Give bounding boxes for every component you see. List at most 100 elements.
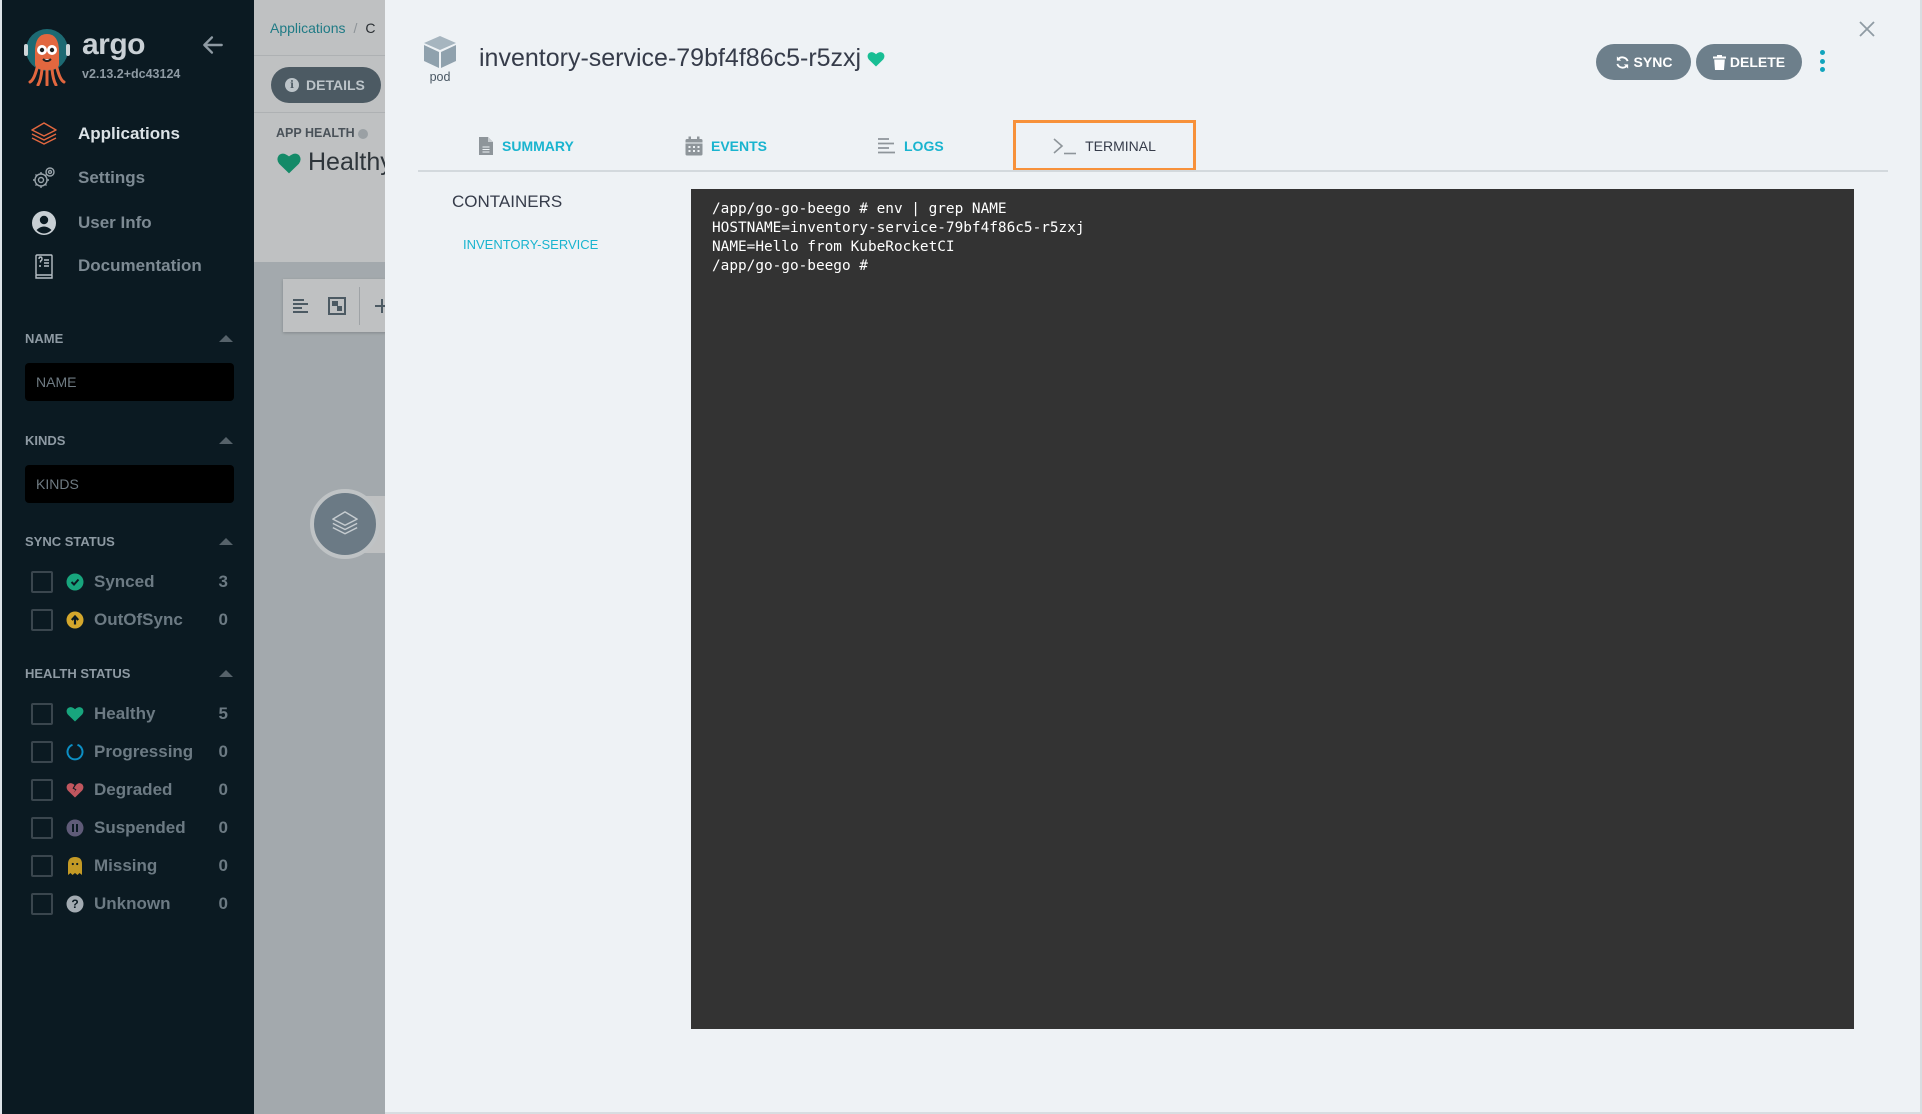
terminal-console[interactable]: /app/go-go-beego # env | grep NAME HOSTN…: [691, 189, 1854, 1029]
nav-settings[interactable]: Settings: [30, 160, 145, 196]
more-actions-icon[interactable]: [1817, 50, 1827, 72]
app-node[interactable]: [310, 489, 380, 559]
filter-option-label: Degraded: [94, 780, 219, 800]
align-left-icon: [878, 137, 896, 155]
trash-icon: [1713, 55, 1726, 70]
filter-title: SYNC STATUS: [25, 534, 115, 549]
heart-icon: [276, 152, 302, 174]
tab-events[interactable]: EVENTS: [685, 120, 767, 171]
checkbox[interactable]: [31, 817, 53, 839]
graph-toolbar: [283, 279, 385, 332]
svg-text:?: ?: [71, 897, 78, 911]
layers-icon: [328, 507, 362, 541]
version-label: v2.13.2+dc43124: [82, 67, 180, 81]
info-icon: i: [285, 78, 299, 92]
collapse-caret-icon[interactable]: [219, 335, 233, 342]
calendar-icon: [685, 136, 703, 156]
kinds-filter-input[interactable]: [25, 465, 234, 503]
nav-label: Documentation: [78, 256, 202, 276]
details-button[interactable]: i DETAILS: [271, 67, 381, 103]
checkbox[interactable]: [31, 609, 53, 631]
sync-button[interactable]: SYNC: [1596, 44, 1691, 80]
resource-name: inventory-service-79bf4f86c5-r5zxj: [479, 44, 861, 73]
checkbox[interactable]: [31, 855, 53, 877]
checkbox[interactable]: [31, 741, 53, 763]
containers-heading: CONTAINERS: [452, 192, 562, 212]
align-left-icon[interactable]: [283, 288, 319, 324]
gears-icon: [30, 164, 58, 192]
filter-option-label: Progressing: [94, 742, 219, 762]
terminal-line: HOSTNAME=inventory-service-79bf4f86c5-r5…: [712, 219, 1833, 238]
tab-label: LOGS: [904, 138, 944, 154]
book-icon: [30, 252, 58, 280]
filter-title: NAME: [25, 331, 63, 346]
pod-cube-icon: [422, 34, 458, 70]
collapse-sidebar-arrow-icon[interactable]: [200, 32, 226, 58]
name-filter-input[interactable]: [25, 363, 234, 401]
question-circle-icon: ?: [66, 895, 84, 913]
breadcrumb-applications-link[interactable]: Applications: [270, 20, 346, 36]
filter-option-degraded[interactable]: Degraded 0: [31, 777, 228, 803]
healthy-heart-icon: [867, 51, 885, 67]
zoom-in-icon[interactable]: [364, 288, 385, 324]
tab-label: TERMINAL: [1085, 138, 1156, 154]
ghost-icon: [66, 857, 84, 875]
checkbox[interactable]: [31, 571, 53, 593]
user-circle-icon: [30, 209, 58, 237]
checkbox[interactable]: [31, 779, 53, 801]
filter-option-count: 3: [219, 572, 228, 592]
sync-label: SYNC: [1634, 54, 1673, 70]
broken-heart-icon: [66, 781, 84, 799]
filter-option-suspended[interactable]: Suspended 0: [31, 815, 228, 841]
collapse-caret-icon[interactable]: [219, 538, 233, 545]
filter-option-count: 0: [219, 818, 228, 838]
filter-option-count: 0: [219, 610, 228, 630]
container-link[interactable]: INVENTORY-SERVICE: [463, 237, 598, 252]
collapse-caret-icon[interactable]: [219, 670, 233, 677]
filter-option-progressing[interactable]: Progressing 0: [31, 739, 228, 765]
delete-label: DELETE: [1730, 54, 1785, 70]
filter-option-synced[interactable]: Synced 3: [31, 569, 228, 595]
filter-option-count: 0: [219, 856, 228, 876]
file-icon: [478, 136, 494, 156]
filter-option-count: 5: [219, 704, 228, 724]
filter-option-outofsync[interactable]: OutOfSync 0: [31, 607, 228, 633]
resource-title: inventory-service-79bf4f86c5-r5zxj: [479, 44, 885, 73]
app-health-value: Healthy: [276, 148, 385, 177]
delete-button[interactable]: DELETE: [1696, 44, 1802, 80]
filter-option-label: Synced: [94, 572, 219, 592]
filter-option-count: 0: [219, 780, 228, 800]
tab-summary[interactable]: SUMMARY: [478, 120, 574, 171]
nav-user-info[interactable]: User Info: [30, 205, 152, 241]
tab-logs[interactable]: LOGS: [878, 120, 944, 171]
resource-kind-label: pod: [416, 70, 464, 84]
collapse-caret-icon[interactable]: [219, 437, 233, 444]
nav-applications[interactable]: Applications: [30, 116, 180, 152]
breadcrumb: Applications/C: [270, 20, 376, 36]
divider: [254, 55, 385, 56]
close-icon[interactable]: [1855, 17, 1879, 41]
filter-header-sync-status: SYNC STATUS: [25, 534, 235, 549]
app-health-label-text: APP HEALTH: [276, 126, 355, 140]
layers-icon: [30, 120, 58, 148]
terminal-icon: [1053, 137, 1077, 155]
app-health-label: APP HEALTH: [276, 126, 368, 140]
filter-option-healthy[interactable]: Healthy 5: [31, 701, 228, 727]
progress-circle-icon: [66, 743, 84, 761]
tab-label: SUMMARY: [502, 138, 574, 154]
filter-header-health-status: HEALTH STATUS: [25, 666, 235, 681]
tab-terminal[interactable]: TERMINAL: [1013, 120, 1196, 171]
terminal-line: /app/go-go-beego # env | grep NAME: [712, 200, 1833, 219]
fit-screen-icon[interactable]: [319, 288, 355, 324]
filter-option-label: Healthy: [94, 704, 219, 724]
background-app-overlay[interactable]: Applications/C i DETAILS APP HEALTH Heal…: [254, 0, 385, 1114]
resource-details-panel: pod inventory-service-79bf4f86c5-r5zxj S…: [385, 0, 1922, 1114]
checkbox[interactable]: [31, 703, 53, 725]
filter-option-unknown[interactable]: ? Unknown 0: [31, 891, 228, 917]
checkbox[interactable]: [31, 893, 53, 915]
nav-documentation[interactable]: Documentation: [30, 248, 202, 284]
app-health-text: Healthy: [308, 148, 385, 177]
filter-option-missing[interactable]: Missing 0: [31, 853, 228, 879]
filter-option-count: 0: [219, 894, 228, 914]
pause-circle-icon: [66, 819, 84, 837]
